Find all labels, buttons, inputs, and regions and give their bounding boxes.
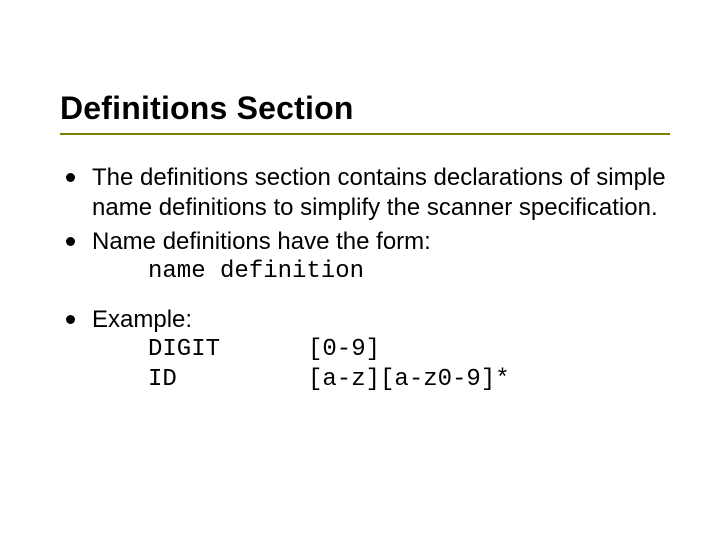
slide: Definitions Section The definitions sect…: [0, 0, 720, 540]
example-row-2: ID [a-z][a-z0-9]*: [92, 365, 670, 395]
bullet-item-2: Name definitions have the form: name def…: [92, 227, 670, 287]
bullet-item-1: The definitions section contains declara…: [92, 163, 670, 223]
bullet-list-2: Example: DIGIT [0-9] ID [a-z][a-z0-9]*: [60, 305, 670, 395]
code-name-definition: name definition: [92, 257, 670, 287]
bullet-item-3: Example: DIGIT [0-9] ID [a-z][a-z0-9]*: [92, 305, 670, 395]
bullet-list: The definitions section contains declara…: [60, 163, 670, 287]
example-def-id: [a-z][a-z0-9]*: [308, 365, 510, 395]
bullet-text-1: The definitions section contains declara…: [92, 164, 666, 221]
example-row-1: DIGIT [0-9]: [92, 335, 670, 365]
title-underline: [60, 133, 670, 135]
bullet-text-2: Name definitions have the form:: [92, 228, 431, 255]
example-name-id: ID: [148, 365, 308, 395]
example-name-digit: DIGIT: [148, 335, 308, 365]
bullet-text-3: Example:: [92, 306, 192, 333]
example-def-digit: [0-9]: [308, 335, 380, 365]
slide-title: Definitions Section: [60, 90, 670, 127]
spacer: [60, 291, 670, 305]
